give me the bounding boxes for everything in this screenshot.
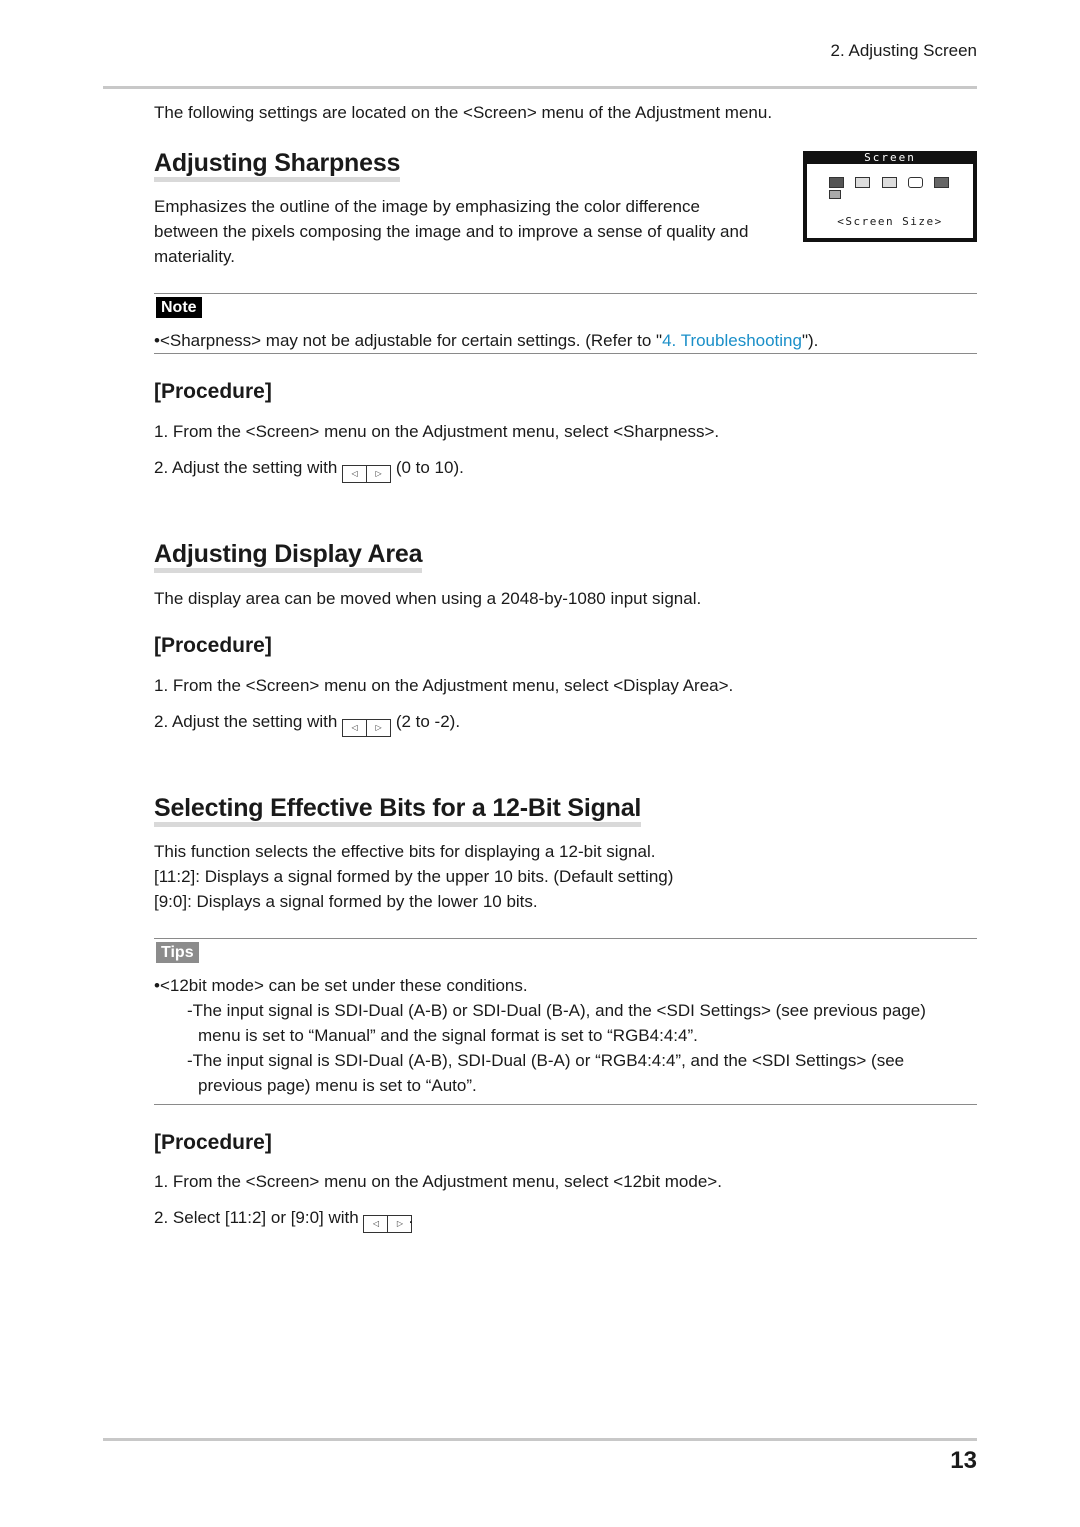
tips-bottom-rule	[154, 1104, 977, 1105]
tips-line: menu is set to “Manual” and the signal f…	[198, 1026, 698, 1045]
header-rule	[103, 86, 977, 89]
procedure-step: 1. From the <Screen> menu on the Adjustm…	[154, 1172, 722, 1191]
left-arrow-icon: ◁	[351, 469, 358, 478]
step-range: (0 to 10).	[395, 458, 464, 477]
tips-top-rule	[154, 938, 977, 939]
intro-text: The following settings are located on th…	[154, 103, 773, 122]
troubleshooting-link[interactable]: 4. Troubleshooting	[662, 331, 802, 350]
tips-text: •<12bit mode> can be set under these con…	[154, 973, 977, 1098]
note-bottom-rule	[154, 353, 977, 354]
screen-size-icon	[829, 177, 844, 188]
tips-line-text: <12bit mode> can be set under these cond…	[159, 976, 528, 995]
note-text-before: <Sharpness> may not be adjustable for ce…	[159, 331, 663, 350]
osd-body: <Screen Size>	[807, 164, 973, 238]
description-line: [9:0]: Displays a signal formed by the l…	[154, 892, 538, 911]
section-12bit: Selecting Effective Bits for a 12-Bit Si…	[154, 794, 641, 827]
display-area-icon	[908, 177, 923, 188]
note-badge: Note	[156, 297, 202, 318]
smoothing-icon	[882, 177, 897, 188]
description-line: materiality.	[154, 247, 235, 266]
description-line: [11:2]: Displays a signal formed by the …	[154, 867, 674, 886]
procedure-title: [Procedure]	[154, 1131, 272, 1154]
section-title-display-area: Adjusting Display Area	[154, 540, 423, 573]
return-icon	[829, 190, 841, 199]
step-text: 2. Adjust the setting with	[154, 712, 338, 731]
note-text-after: ").	[801, 331, 819, 350]
tips-badge: Tips	[156, 942, 199, 963]
tips-line: -The input signal is SDI-Dual (A-B) or S…	[187, 1001, 926, 1020]
left-right-keys: ◁ ▷	[342, 464, 392, 483]
procedure-step: 2. Adjust the setting with ◁ ▷ (2 to -2)…	[154, 709, 460, 737]
step-text: 2. Select [11:2] or [9:0] with	[154, 1208, 359, 1227]
left-right-keys: ◁ ▷	[342, 718, 392, 737]
osd-screen-menu-figure: Screen <Screen Size>	[803, 151, 977, 242]
tips-label: Tips	[156, 942, 199, 963]
description-line: Emphasizes the outline of the image by e…	[154, 197, 700, 216]
left-arrow-icon: ◁	[372, 1219, 380, 1228]
description-line: between the pixels composing the image a…	[154, 222, 749, 241]
procedure-step: 2. Adjust the setting with ◁ ▷ (0 to 10)…	[154, 455, 464, 483]
note-top-rule	[154, 293, 977, 294]
tips-line: previous page) menu is set to “Auto”.	[198, 1076, 477, 1095]
note-label: Note	[156, 297, 202, 318]
procedure-step: 1. From the <Screen> menu on the Adjustm…	[154, 422, 720, 441]
right-arrow-icon: ▷	[366, 719, 390, 736]
bit-mode-icon	[934, 177, 949, 188]
step-end: .	[408, 1208, 414, 1227]
section-display-area: Adjusting Display Area	[154, 540, 423, 573]
sharpness-icon	[855, 177, 870, 188]
right-arrow-icon: ▷	[366, 465, 390, 482]
sharpness-description: Emphasizes the outline of the image by e…	[154, 194, 794, 269]
procedure-step: 1. From the <Screen> menu on the Adjustm…	[154, 676, 734, 695]
section-title-12bit: Selecting Effective Bits for a 12-Bit Si…	[154, 794, 641, 827]
section-title-sharpness: Adjusting Sharpness	[154, 149, 400, 182]
page-number: 13	[950, 1447, 977, 1474]
step-text: 2. Adjust the setting with	[154, 458, 338, 477]
section-sharpness: Adjusting Sharpness	[154, 149, 400, 182]
description-line: This function selects the effective bits…	[154, 842, 656, 861]
step-range: (2 to -2).	[395, 712, 461, 731]
display-area-description: The display area can be moved when using…	[154, 589, 702, 608]
chapter-header: 2. Adjusting Screen	[830, 41, 977, 60]
footer-rule	[103, 1438, 977, 1441]
bits-description: This function selects the effective bits…	[154, 839, 673, 914]
osd-selected-item: <Screen Size>	[837, 215, 943, 228]
note-text: •<Sharpness> may not be adjustable for c…	[154, 328, 818, 353]
osd-title: Screen	[864, 151, 916, 164]
procedure-step: 2. Select [11:2] or [9:0] with ◁ ▷ .	[154, 1205, 413, 1233]
left-arrow-icon: ◁	[351, 723, 358, 732]
tips-line: •<12bit mode> can be set under these con…	[154, 973, 977, 998]
procedure-title: [Procedure]	[154, 380, 272, 403]
left-right-keys: ◁ ▷	[363, 1214, 413, 1233]
tips-line: -The input signal is SDI-Dual (A-B), SDI…	[187, 1051, 905, 1070]
procedure-title: [Procedure]	[154, 634, 272, 657]
